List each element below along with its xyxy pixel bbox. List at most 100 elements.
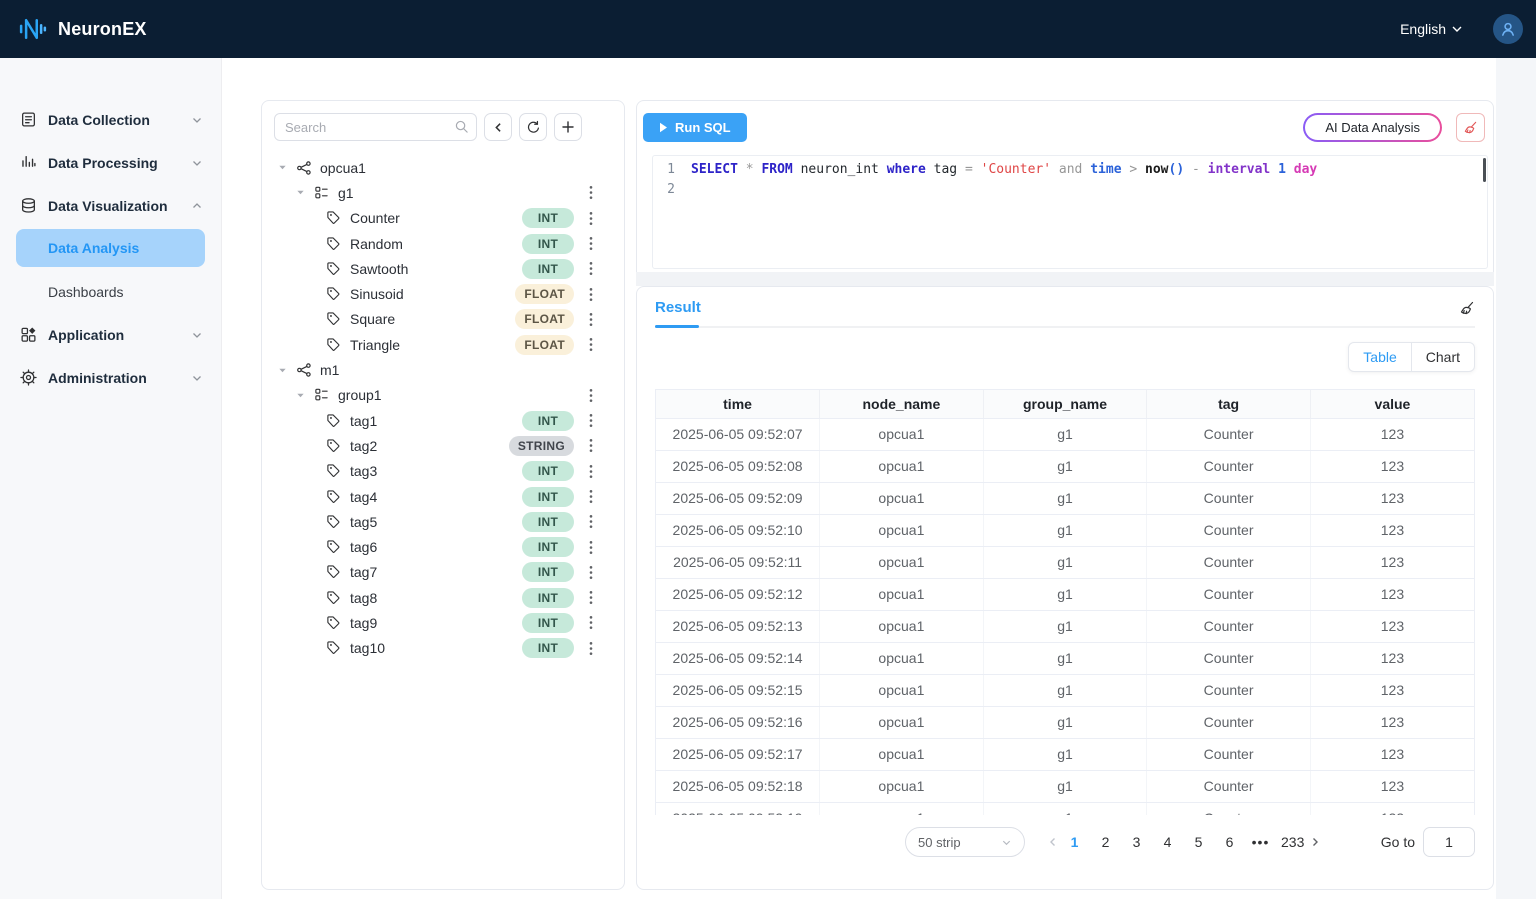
table-cell: 2025-06-05 09:52:12 bbox=[656, 578, 821, 611]
sidebar-item-administration[interactable]: Administration bbox=[0, 356, 221, 399]
page-number[interactable]: 233 bbox=[1281, 834, 1304, 850]
tree-row[interactable]: tag2 STRING bbox=[274, 433, 612, 458]
tree-row[interactable]: tag5 INT bbox=[274, 509, 612, 534]
kebab-menu-icon[interactable] bbox=[584, 261, 598, 276]
tree-row[interactable]: opcua1 bbox=[274, 155, 612, 180]
caret-down-icon[interactable] bbox=[278, 366, 288, 375]
tree-node-label: Counter bbox=[350, 210, 400, 227]
clear-result-button[interactable] bbox=[1459, 300, 1475, 316]
tree-row[interactable]: tag1 INT bbox=[274, 408, 612, 433]
kebab-menu-icon[interactable] bbox=[584, 185, 598, 200]
pagination: 50 strip 1 2 3 4 5 6 ••• 233 Go to bbox=[655, 826, 1475, 858]
caret-down-icon[interactable] bbox=[278, 163, 288, 172]
caret-down-icon[interactable] bbox=[296, 188, 306, 197]
tree-row[interactable]: m1 bbox=[274, 357, 612, 382]
avatar[interactable] bbox=[1493, 14, 1523, 44]
page-number[interactable]: 4 bbox=[1157, 834, 1178, 850]
table-cell: g1 bbox=[983, 578, 1148, 611]
page-number[interactable]: 5 bbox=[1188, 834, 1209, 850]
kebab-menu-icon[interactable] bbox=[584, 489, 598, 504]
kebab-menu-icon[interactable] bbox=[584, 514, 598, 529]
chevron-up-icon bbox=[191, 200, 203, 212]
kebab-menu-icon[interactable] bbox=[584, 236, 598, 251]
table-cell: Counter bbox=[1146, 642, 1311, 675]
kebab-menu-icon[interactable] bbox=[584, 641, 598, 656]
tree-row[interactable]: Triangle FLOAT bbox=[274, 332, 612, 357]
table-cell: 2025-06-05 09:52:14 bbox=[656, 642, 821, 675]
page-gutter bbox=[1496, 58, 1536, 899]
kebab-menu-icon[interactable] bbox=[584, 464, 598, 479]
sidebar-item-application[interactable]: Application bbox=[0, 313, 221, 356]
table-cell: opcua1 bbox=[819, 546, 984, 579]
clear-editor-button[interactable] bbox=[1456, 113, 1485, 142]
tree-row[interactable]: Sinusoid FLOAT bbox=[274, 281, 612, 306]
node-icon bbox=[326, 539, 342, 555]
goto-page-input[interactable] bbox=[1423, 827, 1475, 857]
prev-page-button[interactable] bbox=[1047, 836, 1059, 848]
page-number[interactable]: 3 bbox=[1126, 834, 1147, 850]
node-icon bbox=[326, 640, 342, 656]
tree-row[interactable]: tag4 INT bbox=[274, 484, 612, 509]
editor-scrollbar[interactable] bbox=[1483, 158, 1486, 182]
neuronex-logo-icon bbox=[19, 19, 47, 39]
sidebar-item-data-analysis[interactable]: Data Analysis bbox=[16, 229, 205, 267]
tree-row[interactable]: group1 bbox=[274, 383, 612, 408]
type-badge: INT bbox=[522, 208, 574, 229]
table-cell: g1 bbox=[983, 450, 1148, 483]
tree-row[interactable]: tag7 INT bbox=[274, 560, 612, 585]
kebab-menu-icon[interactable] bbox=[584, 211, 598, 226]
search-box bbox=[274, 113, 477, 141]
kebab-menu-icon[interactable] bbox=[584, 312, 598, 327]
page-number[interactable]: 1 bbox=[1064, 834, 1085, 850]
kebab-menu-icon[interactable] bbox=[584, 540, 598, 555]
next-page-button[interactable] bbox=[1309, 836, 1321, 848]
sql-editor[interactable]: 1 SELECT * FROM neuron_int where tag = '… bbox=[652, 155, 1488, 269]
tree-row[interactable]: tag3 INT bbox=[274, 459, 612, 484]
page-ellipsis[interactable]: ••• bbox=[1250, 834, 1271, 850]
kebab-menu-icon[interactable] bbox=[584, 287, 598, 302]
tree-row[interactable]: Sawtooth INT bbox=[274, 256, 612, 281]
sidebar-item-data-collection[interactable]: Data Collection bbox=[0, 98, 221, 141]
kebab-menu-icon[interactable] bbox=[584, 337, 598, 352]
kebab-menu-icon[interactable] bbox=[584, 565, 598, 580]
table-cell: 2025-06-05 09:52:19 bbox=[656, 802, 821, 815]
tab-result[interactable]: Result bbox=[655, 299, 701, 328]
search-input[interactable] bbox=[274, 113, 477, 141]
sidebar-item-data-processing[interactable]: Data Processing bbox=[0, 141, 221, 184]
tree-row[interactable]: Counter INT bbox=[274, 206, 612, 231]
table-row: 2025-06-05 09:52:18 opcua1 g1 Counter 123 bbox=[656, 770, 1474, 803]
kebab-menu-icon[interactable] bbox=[584, 388, 598, 403]
refresh-button[interactable] bbox=[519, 113, 547, 141]
page-number[interactable]: 2 bbox=[1095, 834, 1116, 850]
table-cell: opcua1 bbox=[819, 514, 984, 547]
tree-row[interactable]: Random INT bbox=[274, 231, 612, 256]
caret-down-icon[interactable] bbox=[296, 391, 306, 400]
type-badge: FLOAT bbox=[515, 334, 574, 355]
page-size-select[interactable]: 50 strip bbox=[905, 827, 1025, 857]
tree-row[interactable]: tag10 INT bbox=[274, 636, 612, 661]
result-table-wrapper[interactable]: time node_name group_name tag value 2025-06-… bbox=[655, 389, 1475, 815]
kebab-menu-icon[interactable] bbox=[584, 590, 598, 605]
tree-row[interactable]: tag6 INT bbox=[274, 534, 612, 559]
tree-row[interactable]: tag8 INT bbox=[274, 585, 612, 610]
collapse-panel-button[interactable] bbox=[484, 113, 512, 141]
tree-row[interactable]: Square FLOAT bbox=[274, 307, 612, 332]
language-selector[interactable]: English bbox=[1400, 21, 1463, 37]
toggle-table[interactable]: Table bbox=[1349, 343, 1410, 371]
table-cell: opcua1 bbox=[819, 802, 984, 815]
add-button[interactable] bbox=[554, 113, 582, 141]
tree-node-label: tag8 bbox=[350, 589, 378, 606]
run-sql-button[interactable]: Run SQL bbox=[643, 113, 747, 142]
page-number[interactable]: 6 bbox=[1219, 834, 1240, 850]
sidebar-item-data-visualization[interactable]: Data Visualization bbox=[0, 184, 221, 227]
kebab-menu-icon[interactable] bbox=[584, 438, 598, 453]
table-cell: Counter bbox=[1146, 610, 1311, 643]
tree-row[interactable]: tag9 INT bbox=[274, 610, 612, 635]
sql-code-line: SELECT * FROM neuron_int where tag = 'Co… bbox=[691, 162, 1318, 177]
kebab-menu-icon[interactable] bbox=[584, 615, 598, 630]
tree-row[interactable]: g1 bbox=[274, 180, 612, 205]
toggle-chart[interactable]: Chart bbox=[1410, 343, 1474, 371]
kebab-menu-icon[interactable] bbox=[584, 413, 598, 428]
sidebar-item-dashboards[interactable]: Dashboards bbox=[0, 270, 221, 313]
ai-data-analysis-button[interactable]: AI Data Analysis bbox=[1303, 113, 1442, 142]
